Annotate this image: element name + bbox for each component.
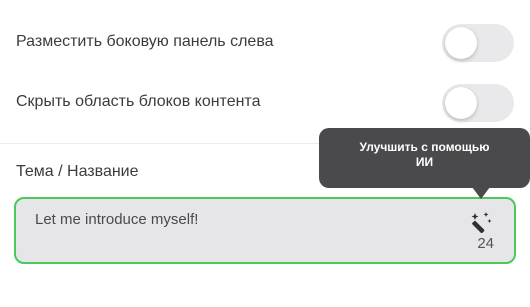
- setting-row-hide-content-blocks: Скрыть область блоков контента: [0, 80, 530, 126]
- setting-label-hide-content-blocks: Скрыть область блоков контента: [16, 93, 261, 110]
- setting-label-sidebar-left: Разместить боковую панель слева: [16, 33, 274, 50]
- magic-wand-icon[interactable]: [471, 211, 493, 234]
- tooltip-line-2: ИИ: [415, 155, 434, 169]
- topic-textarea-value[interactable]: Let me introduce myself!: [35, 211, 198, 228]
- topic-textarea[interactable]: Let me introduce myself! 24: [14, 197, 516, 264]
- topic-field-label: Тема / Название: [16, 163, 139, 180]
- character-counter: 24: [477, 235, 494, 252]
- tooltip-line-1: Улучшить с помощью: [359, 140, 490, 154]
- toggle-sidebar-left[interactable]: [442, 24, 514, 62]
- toggle-knob: [445, 87, 477, 119]
- setting-row-sidebar-left: Разместить боковую панель слева: [0, 20, 530, 66]
- toggle-knob: [445, 27, 477, 59]
- ai-improve-tooltip: Улучшить с помощью ИИ: [319, 128, 530, 188]
- tooltip-arrow: [472, 187, 490, 199]
- toggle-hide-content-blocks[interactable]: [442, 84, 514, 122]
